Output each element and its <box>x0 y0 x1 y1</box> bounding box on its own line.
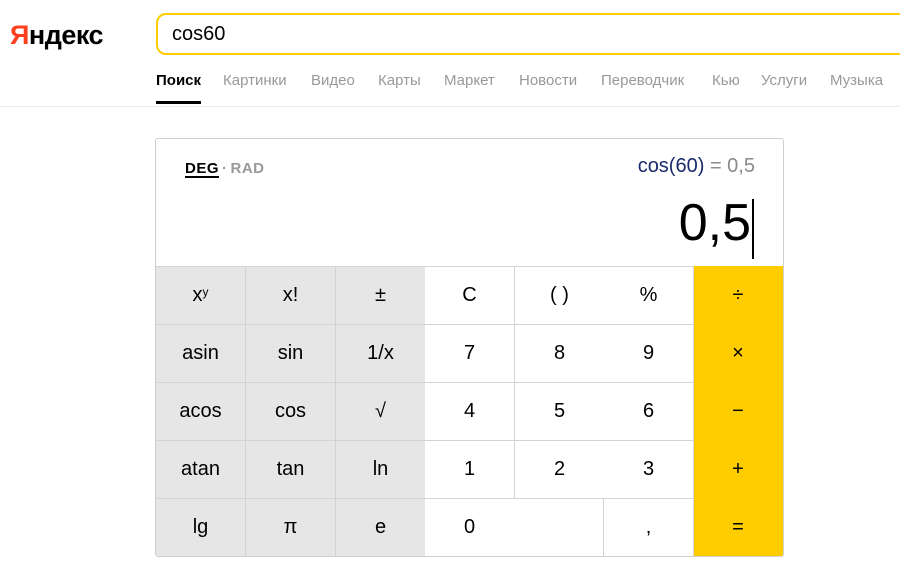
logo-rest: ндекс <box>28 20 104 50</box>
digit-2-key[interactable]: 2 <box>515 440 605 498</box>
tab-maps[interactable]: Карты <box>378 72 421 89</box>
digit-7-key[interactable]: 7 <box>425 324 515 382</box>
equals-key[interactable]: = <box>694 498 783 556</box>
lg-key[interactable]: lg <box>156 498 246 556</box>
sign-key[interactable]: ± <box>336 266 426 324</box>
digit-0-key[interactable]: 0 <box>425 498 604 556</box>
sin-key[interactable]: sin <box>246 324 336 382</box>
asin-key[interactable]: asin <box>156 324 246 382</box>
multiply-key[interactable]: × <box>694 324 783 382</box>
tab-search[interactable]: Поиск <box>156 72 202 104</box>
calculator-widget: DEG · RAD cos(60) = 0,5 0,5 xy x! ± C ( ) … <box>155 138 784 557</box>
yandex-logo[interactable]: Яндекс <box>10 20 104 51</box>
plus-key[interactable]: + <box>694 440 783 498</box>
tab-translator[interactable]: Переводчик <box>601 72 684 89</box>
factorial-key[interactable]: x! <box>246 266 336 324</box>
result-display: 0,5 <box>678 194 751 252</box>
header-divider <box>0 106 900 107</box>
digit-4-key[interactable]: 4 <box>425 382 515 440</box>
text-cursor <box>752 199 754 259</box>
tab-news[interactable]: Новости <box>519 72 577 89</box>
search-input[interactable] <box>172 23 772 46</box>
tab-q[interactable]: Кью <box>712 72 740 89</box>
mode-separator: · <box>222 160 228 177</box>
expression-function: cos(60) <box>637 155 705 177</box>
expression-display: cos(60) = 0,5 <box>638 155 755 178</box>
digit-9-key[interactable]: 9 <box>604 324 694 382</box>
ln-key[interactable]: ln <box>336 440 426 498</box>
divide-key[interactable]: ÷ <box>694 266 783 324</box>
cos-key[interactable]: cos <box>246 382 336 440</box>
tab-market[interactable]: Маркет <box>444 72 495 89</box>
reciprocal-key[interactable]: 1/x <box>336 324 426 382</box>
digit-6-key[interactable]: 6 <box>604 382 694 440</box>
logo-first-letter: Я <box>10 20 29 50</box>
comma-key[interactable]: , <box>604 498 694 556</box>
mode-rad[interactable]: RAD <box>231 160 265 177</box>
minus-key[interactable]: − <box>694 382 783 440</box>
parentheses-key[interactable]: ( ) <box>515 266 605 324</box>
e-key[interactable]: e <box>336 498 426 556</box>
atan-key[interactable]: atan <box>156 440 246 498</box>
sqrt-key[interactable]: √ <box>336 382 426 440</box>
digit-5-key[interactable]: 5 <box>515 382 605 440</box>
power-key[interactable]: xy <box>156 266 246 324</box>
power-key-exponent: y <box>202 284 209 299</box>
percent-key[interactable]: % <box>604 266 694 324</box>
tab-video[interactable]: Видео <box>311 72 355 89</box>
digit-1-key[interactable]: 1 <box>425 440 515 498</box>
pi-key[interactable]: π <box>246 498 336 556</box>
keypad: xy x! ± C ( ) % ÷ asin sin 1/x 7 8 9 × a… <box>156 266 783 556</box>
tan-key[interactable]: tan <box>246 440 336 498</box>
power-key-base: x <box>192 284 203 306</box>
search-box[interactable] <box>156 13 900 55</box>
mode-deg[interactable]: DEG <box>185 160 219 177</box>
tab-images[interactable]: Картинки <box>223 72 287 89</box>
expression-result: = 0,5 <box>704 155 755 177</box>
acos-key[interactable]: acos <box>156 382 246 440</box>
tab-music[interactable]: Музыка <box>830 72 883 89</box>
angle-mode-switch: DEG · RAD <box>185 160 265 177</box>
tab-services[interactable]: Услуги <box>761 72 807 89</box>
digit-8-key[interactable]: 8 <box>515 324 605 382</box>
clear-key[interactable]: C <box>425 266 515 324</box>
digit-3-key[interactable]: 3 <box>604 440 694 498</box>
